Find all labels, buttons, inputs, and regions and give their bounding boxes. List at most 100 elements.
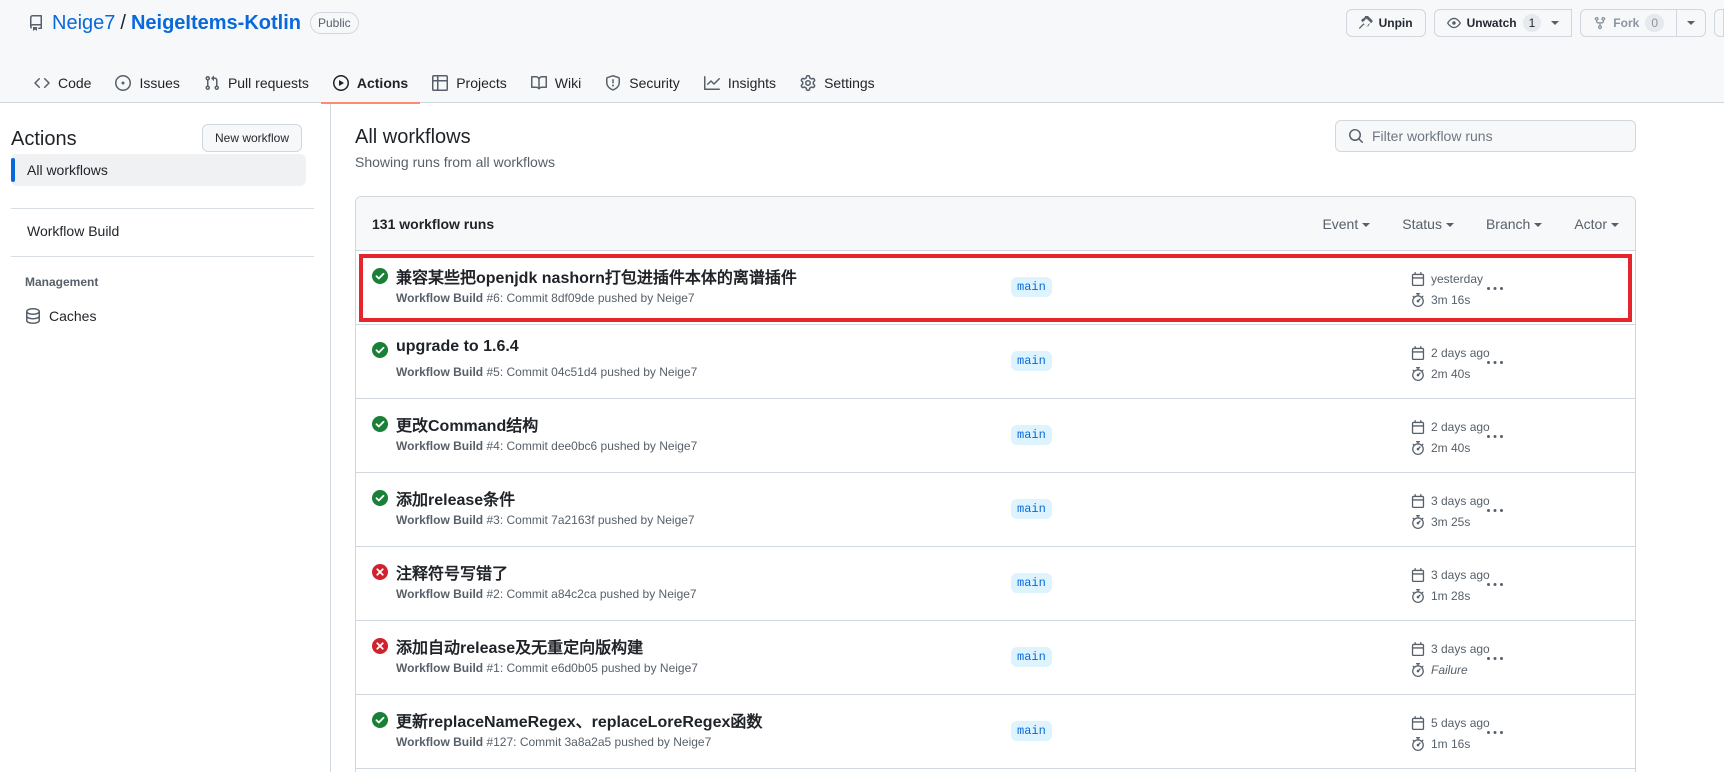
run-menu-button[interactable] (1483, 723, 1507, 743)
status-icon (372, 416, 388, 432)
run-title-link[interactable]: 更改Command结构 (396, 412, 538, 436)
workflow-run-row[interactable]: 更新replaceNameRegex、replaceLoreRegex函数 Wo… (356, 695, 1635, 769)
unwatch-control: Unwatch 1 (1433, 9, 1573, 37)
run-menu-button[interactable] (1483, 575, 1507, 595)
run-title-link[interactable]: 添加自动release及无重定向版构建 (396, 634, 643, 658)
sidebar-item-all-workflows[interactable]: All workflows (11, 154, 306, 186)
unwatch-label: Unwatch (1466, 16, 1517, 30)
run-commit-info: : Commit 3a8a2a5 pushed by Neige7 (513, 735, 712, 749)
tab-settings[interactable]: Settings (788, 62, 887, 103)
pull-request-icon (205, 75, 219, 90)
stopwatch-icon (1412, 515, 1424, 529)
run-menu-button[interactable] (1483, 353, 1507, 373)
run-workflow-name: Workflow Build (396, 291, 484, 305)
filter-actor[interactable]: Actor (1574, 216, 1619, 232)
run-workflow-name: Workflow Build (396, 513, 484, 527)
fork-button[interactable]: Fork 0 (1580, 9, 1677, 37)
run-title-link[interactable]: 注释符号写错了 (396, 560, 508, 584)
run-number: #2 (486, 587, 500, 601)
run-duration: 2m 40s (1431, 441, 1471, 455)
run-number: #3 (486, 513, 500, 527)
run-meta: Workflow Build #1: Commit e6d0b05 pushed… (396, 661, 698, 675)
filter-status[interactable]: Status (1402, 216, 1454, 232)
run-workflow-name: Workflow Build (396, 439, 484, 453)
star-button[interactable] (1714, 9, 1724, 37)
kebab-horizontal-icon (1487, 657, 1503, 660)
repo-owner-link[interactable]: Neige7 (52, 12, 115, 35)
tab-label: Insights (727, 74, 777, 91)
tab-actions[interactable]: Actions (320, 62, 421, 104)
check-circle-icon (372, 712, 388, 728)
run-when: 3 days ago (1431, 642, 1490, 656)
run-commit-info: : Commit a84c2ca pushed by Neige7 (499, 587, 697, 601)
run-meta: Workflow Build #6: Commit 8df09de pushed… (396, 291, 695, 305)
tab-projects[interactable]: Projects (420, 62, 519, 103)
tab-security[interactable]: Security (593, 62, 692, 103)
run-meta: Workflow Build #5: Commit 04c51d4 pushed… (396, 365, 697, 379)
unpin-button[interactable]: Unpin (1345, 9, 1426, 37)
branch-tag[interactable]: main (1011, 573, 1052, 593)
sidebar-item-caches[interactable]: Caches (11, 300, 306, 332)
branch-tag[interactable]: main (1011, 425, 1052, 445)
repo-title: Neige7 / NeigeItems-Kotlin Public (28, 10, 359, 36)
kebab-horizontal-icon (1487, 731, 1503, 734)
run-title-link[interactable]: 添加release条件 (396, 486, 515, 510)
run-when: 2 days ago (1431, 346, 1490, 360)
workflow-run-row[interactable]: 注释符号写错了 Workflow Build #2: Commit a84c2c… (356, 547, 1635, 621)
filter-branch[interactable]: Branch (1486, 216, 1543, 232)
status-icon (372, 564, 388, 580)
branch-tag[interactable]: main (1011, 351, 1052, 371)
run-meta: Workflow Build #127: Commit 3a8a2a5 push… (396, 735, 711, 749)
run-workflow-name: Workflow Build (396, 735, 484, 749)
run-title-link[interactable]: 更新replaceNameRegex、replaceLoreRegex函数 (396, 708, 762, 732)
run-menu-button[interactable] (1483, 279, 1507, 299)
run-menu-button[interactable] (1483, 501, 1507, 521)
run-commit-info: : Commit 8df09de pushed by Neige7 (499, 291, 695, 305)
run-menu-button[interactable] (1483, 427, 1507, 447)
stopwatch-icon (1412, 737, 1424, 751)
run-menu-button[interactable] (1483, 649, 1507, 669)
tab-issues[interactable]: Issues (103, 62, 191, 103)
branch-tag[interactable]: main (1011, 277, 1052, 297)
branch-tag[interactable]: main (1011, 647, 1052, 667)
status-icon (372, 712, 388, 728)
search-icon (1349, 129, 1364, 144)
tab-code[interactable]: Code (22, 62, 103, 103)
workflow-run-row[interactable]: upgrade to 1.6.4 Workflow Build #5: Comm… (356, 325, 1635, 399)
status-icon (372, 490, 388, 506)
run-title-link[interactable]: upgrade to 1.6.4 (396, 338, 519, 356)
filter-input[interactable] (1372, 128, 1612, 144)
new-workflow-button[interactable]: New workflow (202, 124, 303, 152)
repo-tab-nav: Code Issues Pull requests Actions Projec… (22, 62, 887, 104)
stopwatch-icon (1412, 663, 1424, 677)
tab-label: Projects (456, 74, 507, 91)
workflow-run-row[interactable]: 添加release条件 Workflow Build #3: Commit 7a… (356, 473, 1635, 547)
code-icon (34, 77, 50, 88)
repo-name-link[interactable]: NeigeItems-Kotlin (131, 12, 301, 35)
sidebar-item-label: Workflow Build (27, 223, 120, 239)
sidebar-item-workflow-build[interactable]: Workflow Build (11, 215, 306, 247)
filter-event[interactable]: Event (1322, 216, 1371, 232)
tab-pull-requests[interactable]: Pull requests (192, 62, 321, 103)
run-when: 2 days ago (1431, 420, 1490, 434)
unwatch-button[interactable]: Unwatch 1 (1433, 9, 1573, 37)
branch-tag[interactable]: main (1011, 721, 1052, 741)
run-title-link[interactable]: 兼容某些把openjdk nashorn打包进插件本体的离谱插件 (396, 264, 797, 288)
check-circle-icon (372, 268, 388, 284)
run-workflow-name: Workflow Build (396, 587, 484, 601)
tab-label: Security (629, 74, 680, 91)
sidebar-title: Actions (11, 128, 77, 150)
branch-tag[interactable]: main (1011, 499, 1052, 519)
fork-dropdown-button[interactable] (1677, 9, 1706, 37)
fork-count: 0 (1645, 14, 1664, 32)
chevron-down-icon (1534, 223, 1543, 227)
workflow-run-row[interactable]: 兼容某些把openjdk nashorn打包进插件本体的离谱插件 Workflo… (356, 251, 1635, 325)
tab-wiki[interactable]: Wiki (519, 62, 593, 103)
run-time-info: 3 days ago 3m 25s (1411, 492, 1490, 534)
workflow-run-row[interactable]: 添加自动release及无重定向版构建 Workflow Build #1: C… (356, 621, 1635, 695)
repo-icon (28, 15, 44, 31)
run-duration: 3m 16s (1431, 293, 1471, 307)
tab-insights[interactable]: Insights (692, 62, 788, 103)
run-time-info: 3 days ago 1m 28s (1411, 566, 1490, 608)
workflow-run-row[interactable]: 更改Command结构 Workflow Build #4: Commit de… (356, 399, 1635, 473)
